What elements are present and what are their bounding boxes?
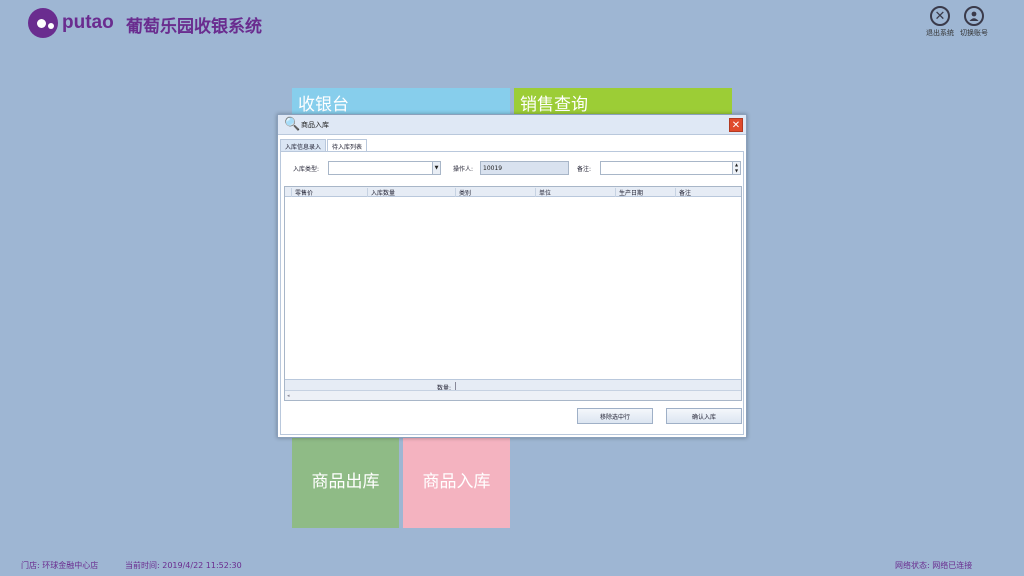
grape-logo-icon [28,8,58,38]
switch-account-button[interactable]: 切换账号 [956,6,992,38]
horizontal-scrollbar[interactable]: ◂ [285,390,741,400]
stock-in-type-label: 入库类型: [293,166,320,173]
switch-account-label: 切换账号 [960,29,988,37]
dialog-title: 商品入库 [301,121,329,129]
note-field[interactable]: ▲ ▼ [600,161,741,175]
exit-system-label: 退出系统 [926,29,954,37]
current-time: 当前时间: 2019/4/22 11:52:30 [125,561,242,570]
operator-label: 操作人: [453,166,474,173]
dialog-tabs: 入库信息录入 待入库列表 [280,139,368,151]
app-title: 葡萄乐园收银系统 [126,17,262,37]
operator-field[interactable]: 10019 [480,161,569,175]
tab-entry[interactable]: 入库信息录入 [280,139,327,151]
column-header[interactable]: 入库数量 [367,188,455,197]
quantity-summary-value [455,382,457,390]
app-logo: putao [28,8,114,38]
spinner-icon[interactable]: ▲ ▼ [732,162,740,174]
magnifier-icon: 🔍 [284,117,301,132]
chevron-down-icon[interactable]: ▼ [432,162,440,174]
column-header[interactable]: 零售价 [291,188,367,197]
form-row: 入库类型: ▼ 操作人: 10019 备注: ▲ ▼ [281,161,743,175]
dialog-titlebar: 🔍 商品入库 ✕ [278,115,746,135]
stock-in-tile-label: 商品入库 [422,471,491,492]
remove-selected-button[interactable]: 移除选中行 [577,408,653,424]
column-header[interactable]: 生产日期 [615,188,675,197]
note-label: 备注: [577,166,592,173]
stock-out-tile-label: 商品出库 [311,471,380,492]
network-status: 网络状态: 网络已连接 [895,561,973,570]
tab-body: 入库类型: ▼ 操作人: 10019 备注: ▲ ▼ 零售价 入库数量 类别 单位… [280,151,744,435]
column-header[interactable]: 类别 [455,188,535,197]
column-header[interactable]: 备注 [675,188,741,197]
dialog-close-button[interactable]: ✕ [729,118,743,132]
confirm-stock-in-button[interactable]: 确认入库 [666,408,742,424]
stock-in-type-select[interactable]: ▼ [328,161,441,175]
grid-header: 零售价 入库数量 类别 单位 生产日期 备注 [285,187,741,197]
sales-query-tile-label: 销售查询 [520,95,588,115]
cashier-tile-label: 收银台 [298,95,349,115]
stock-out-tile[interactable]: 商品出库 [292,430,399,528]
exit-system-button[interactable]: ✕ 退出系统 [922,6,958,38]
store-info: 门店: 环球金融中心店 [21,561,99,570]
user-icon [964,6,984,26]
stock-in-dialog: 🔍 商品入库 ✕ 入库信息录入 待入库列表 入库类型: ▼ 操作人: 10019… [277,114,747,438]
column-header[interactable]: 单位 [535,188,615,197]
close-circle-icon: ✕ [930,6,950,26]
pending-stock-grid[interactable]: 零售价 入库数量 类别 单位 生产日期 备注 数量: ◂ [284,186,742,401]
tab-pending-list[interactable]: 待入库列表 [327,139,368,151]
logo-text: putao [62,12,114,33]
stock-in-tile[interactable]: 商品入库 [403,430,510,528]
